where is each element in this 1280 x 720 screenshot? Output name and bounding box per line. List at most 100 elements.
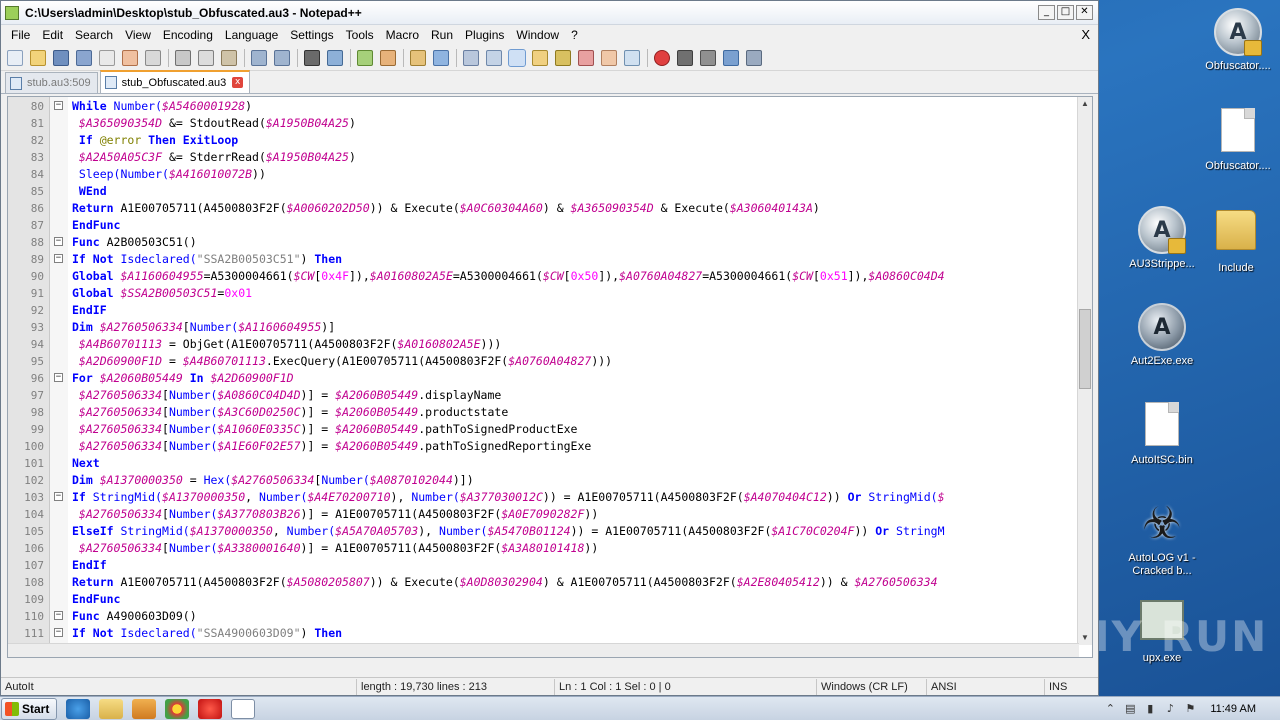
desktop-icon-obfuscator-1[interactable]: Obfuscator.... [1196,8,1280,73]
copy-icon[interactable] [198,49,214,66]
tab-stub-au3[interactable]: stub.au3:509 [5,72,98,93]
horizontal-scrollbar[interactable] [8,643,1079,657]
chrome-icon[interactable] [165,698,189,719]
maximize-button[interactable]: □ [1057,5,1074,20]
menu-view[interactable]: View [119,28,157,42]
minimize-button[interactable]: _ [1038,5,1055,20]
menu-language[interactable]: Language [219,28,284,42]
scroll-up-icon[interactable]: ▲ [1078,97,1092,111]
menu-macro[interactable]: Macro [380,28,425,42]
desktop-icon-include[interactable]: Include [1194,206,1278,275]
redo-icon[interactable] [274,49,290,66]
print-icon[interactable] [145,49,161,66]
start-button[interactable]: Start [1,697,57,720]
menu-encoding[interactable]: Encoding [157,28,219,42]
scroll-down-icon[interactable]: ▼ [1078,631,1092,645]
code-line[interactable]: 90 Global $A1160604955=A5300004661($CW[0x… [8,268,1078,285]
code-line[interactable]: 97 $A2760506334[Number($A0860C04D4D)] = … [8,387,1078,404]
code-line[interactable]: 85 WEnd [8,183,1078,200]
stop-macro-icon[interactable] [677,49,693,66]
code-line[interactable]: 93 Dim $A2760506334[Number($A1160604955)] [8,319,1078,336]
volume-icon[interactable]: ♪ [1164,703,1176,715]
code-line[interactable]: 88 − Func A2B00503C51() [8,234,1078,251]
menu-help[interactable]: ? [565,28,584,42]
code-line[interactable]: 94 $A4B60701113 = ObjGet(A1E00705711(A45… [8,336,1078,353]
code-line[interactable]: 100 $A2760506334[Number($A1E60F02E57)] =… [8,438,1078,455]
network-icon[interactable]: ▤ [1124,703,1136,715]
code-line[interactable]: 95 $A2D60900F1D = $A4B60701113.ExecQuery… [8,353,1078,370]
word-wrap-icon[interactable] [463,49,479,66]
code-editor[interactable]: 80− While Number($A5460001928) 81 $A365090… [7,96,1093,658]
function-list-icon[interactable] [578,49,594,66]
code-line[interactable]: 81 $A365090354D &= StdoutRead($A1950B04A… [8,115,1078,132]
desktop-icon-obfuscator-2[interactable]: Obfuscator.... [1196,108,1280,173]
code-line[interactable]: 107 EndIf [8,557,1078,574]
fold-marker-icon[interactable]: − [54,611,63,620]
code-line[interactable]: 86 Return A1E00705711(A4500803F2F($A00602… [8,200,1078,217]
close-document-button[interactable]: X [1081,27,1090,42]
desktop-icon-aut2exe[interactable]: Aut2Exe.exe [1120,303,1204,368]
menu-tools[interactable]: Tools [340,28,380,42]
sync-vertical-icon[interactable] [410,49,426,66]
code-line[interactable]: 92 EndIF [8,302,1078,319]
menu-plugins[interactable]: Plugins [459,28,510,42]
internet-explorer-icon[interactable] [66,698,90,719]
new-file-icon[interactable] [7,49,23,66]
scroll-thumb[interactable] [1079,309,1091,389]
code-line[interactable]: 106 $A2760506334[Number($A3380001640)] =… [8,540,1078,557]
code-line[interactable]: 105 ElseIf StringMid($A1370000350, Number… [8,523,1078,540]
action-center-flag-icon[interactable]: ⚑ [1184,703,1196,715]
tab-stub-obfuscated[interactable]: stub_Obfuscated.au3 x [99,70,251,93]
stop-icon[interactable] [198,698,222,719]
save-all-icon[interactable] [76,49,92,66]
code-line[interactable]: 82 If @error Then ExitLoop [8,132,1078,149]
code-line[interactable]: 99 $A2760506334[Number($A1060E0335C)] = … [8,421,1078,438]
code-line[interactable]: 83 $A2A50A05C3F &= StderrRead($A1950B04A… [8,149,1078,166]
menu-run[interactable]: Run [425,28,459,42]
menu-file[interactable]: File [5,28,36,42]
fold-marker-icon[interactable]: − [54,492,63,501]
code-line[interactable]: 96 − For $A2060B05449 In $A2D60900F1D [8,370,1078,387]
show-hidden-icons-icon[interactable]: ⌃ [1104,703,1116,715]
menu-edit[interactable]: Edit [36,28,69,42]
paste-icon[interactable] [221,49,237,66]
save-icon[interactable] [53,49,69,66]
desktop-icon-au3stripper[interactable]: AU3Strippe... [1120,206,1204,271]
user-language-icon[interactable] [532,49,548,66]
code-line[interactable]: 109 EndFunc [8,591,1078,608]
record-macro-icon[interactable] [654,49,670,66]
sync-horizontal-icon[interactable] [433,49,449,66]
code-line[interactable]: 84 Sleep(Number($A416010072B)) [8,166,1078,183]
find-icon[interactable] [304,49,320,66]
fold-marker-icon[interactable]: − [54,101,63,110]
show-all-chars-icon[interactable] [486,49,502,66]
code-line[interactable]: 110 − Func A4900603D09() [8,608,1078,625]
close-all-icon[interactable] [122,49,138,66]
code-line[interactable]: 89 − If Not Isdeclared("SSA2B00503C51") Th… [8,251,1078,268]
menu-search[interactable]: Search [69,28,119,42]
power-icon[interactable]: ▮ [1144,703,1156,715]
fold-marker-icon[interactable]: − [54,373,63,382]
fold-marker-icon[interactable]: − [54,254,63,263]
code-line[interactable]: 91 Global $SSA2B00503C51=0x01 [8,285,1078,302]
run-macro-multiple-icon[interactable] [723,49,739,66]
undo-icon[interactable] [251,49,267,66]
code-line[interactable]: 102 Dim $A1370000350 = Hex($A2760506334[N… [8,472,1078,489]
zoom-in-icon[interactable] [357,49,373,66]
close-file-icon[interactable] [99,49,115,66]
code-line[interactable]: 111 − If Not Isdeclared("SSA4900603D09") T… [8,625,1078,642]
play-macro-icon[interactable] [700,49,716,66]
zoom-out-icon[interactable] [380,49,396,66]
desktop-icon-autoitsc[interactable]: AutoItSC.bin [1120,402,1204,467]
open-file-icon[interactable] [30,49,46,66]
code-line[interactable]: 103− If StringMid($A1370000350, Number($A… [8,489,1078,506]
title-bar[interactable]: C:\Users\admin\Desktop\stub_Obfuscated.a… [1,1,1098,25]
close-button[interactable]: ✕ [1076,5,1093,20]
code-line[interactable]: 104 $A2760506334[Number($A3770803B26)] =… [8,506,1078,523]
close-tab-icon[interactable]: x [232,77,244,88]
menu-settings[interactable]: Settings [284,28,339,42]
clock[interactable]: 11:49 AM [1210,703,1256,715]
indent-guide-icon[interactable] [508,48,526,67]
cut-icon[interactable] [175,49,191,66]
code-line[interactable]: 87 EndFunc [8,217,1078,234]
